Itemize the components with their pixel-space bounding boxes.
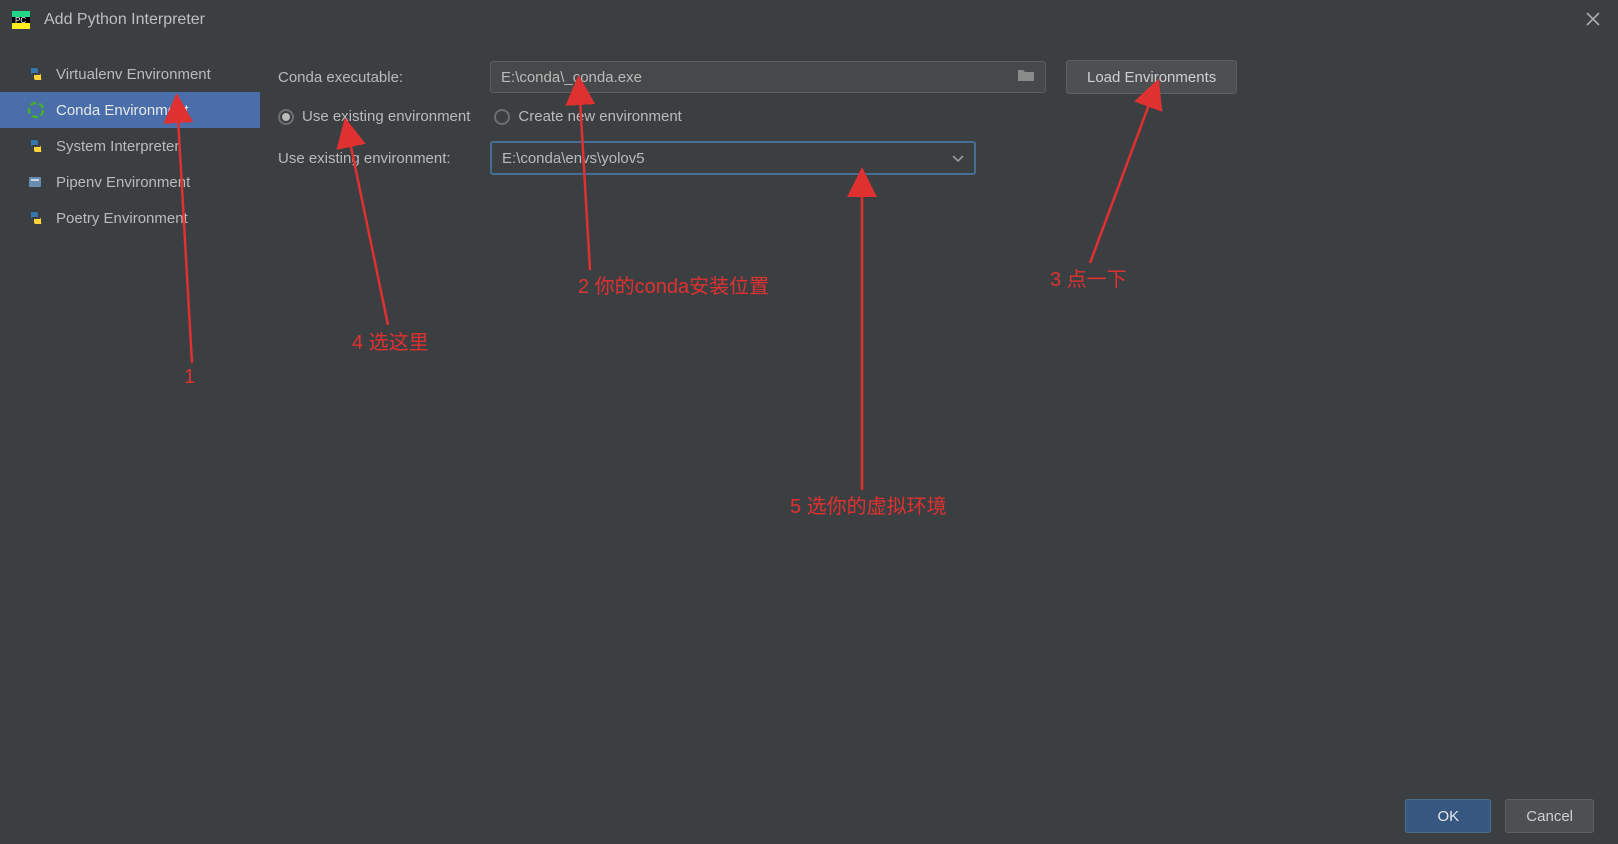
close-icon[interactable]	[1580, 6, 1606, 35]
radio-dot-icon	[494, 109, 510, 125]
sidebar-item-label: System Interpreter	[56, 138, 179, 155]
conda-icon	[26, 100, 46, 120]
sidebar-item-label: Poetry Environment	[56, 210, 188, 227]
sidebar-item-label: Virtualenv Environment	[56, 66, 211, 83]
button-label: OK	[1437, 808, 1459, 825]
sidebar-item-label: Conda Environment	[56, 102, 189, 119]
python-icon	[26, 208, 46, 228]
chevron-down-icon	[952, 150, 964, 167]
conda-executable-value: E:\conda\_conda.exe	[501, 69, 642, 86]
titlebar: PC Add Python Interpreter	[0, 0, 1618, 40]
load-environments-button[interactable]: Load Environments	[1066, 60, 1237, 94]
main-panel: Conda executable: E:\conda\_conda.exe Lo…	[260, 40, 1618, 788]
dropdown-value: E:\conda\envs\yolov5	[502, 150, 645, 167]
sidebar-item-label: Pipenv Environment	[56, 174, 190, 191]
pipenv-icon	[26, 172, 46, 192]
environment-mode-radios: Use existing environment Create new envi…	[278, 108, 1594, 125]
sidebar-item-pipenv[interactable]: Pipenv Environment	[0, 164, 260, 200]
radio-label: Use existing environment	[302, 108, 470, 125]
svg-text:PC: PC	[15, 16, 26, 25]
dialog-footer: OK Cancel	[0, 788, 1618, 844]
sidebar: Virtualenv Environment Conda Environment…	[0, 40, 260, 788]
conda-executable-label: Conda executable:	[278, 69, 490, 86]
sidebar-item-poetry[interactable]: Poetry Environment	[0, 200, 260, 236]
radio-dot-icon	[278, 109, 294, 125]
ok-button[interactable]: OK	[1405, 799, 1491, 833]
button-label: Cancel	[1526, 808, 1573, 825]
python-icon	[26, 136, 46, 156]
cancel-button[interactable]: Cancel	[1505, 799, 1594, 833]
radio-label: Create new environment	[518, 108, 681, 125]
conda-executable-field[interactable]: E:\conda\_conda.exe	[490, 61, 1046, 93]
python-icon	[26, 64, 46, 84]
radio-create-new[interactable]: Create new environment	[494, 108, 681, 125]
window-title: Add Python Interpreter	[44, 11, 205, 29]
radio-use-existing[interactable]: Use existing environment	[278, 108, 470, 125]
button-label: Load Environments	[1087, 69, 1216, 86]
use-existing-label: Use existing environment:	[278, 150, 490, 167]
existing-environment-dropdown[interactable]: E:\conda\envs\yolov5	[490, 141, 976, 175]
pycharm-icon: PC	[12, 11, 30, 29]
sidebar-item-system[interactable]: System Interpreter	[0, 128, 260, 164]
browse-folder-icon[interactable]	[1017, 68, 1035, 86]
sidebar-item-virtualenv[interactable]: Virtualenv Environment	[0, 56, 260, 92]
sidebar-item-conda[interactable]: Conda Environment	[0, 92, 260, 128]
